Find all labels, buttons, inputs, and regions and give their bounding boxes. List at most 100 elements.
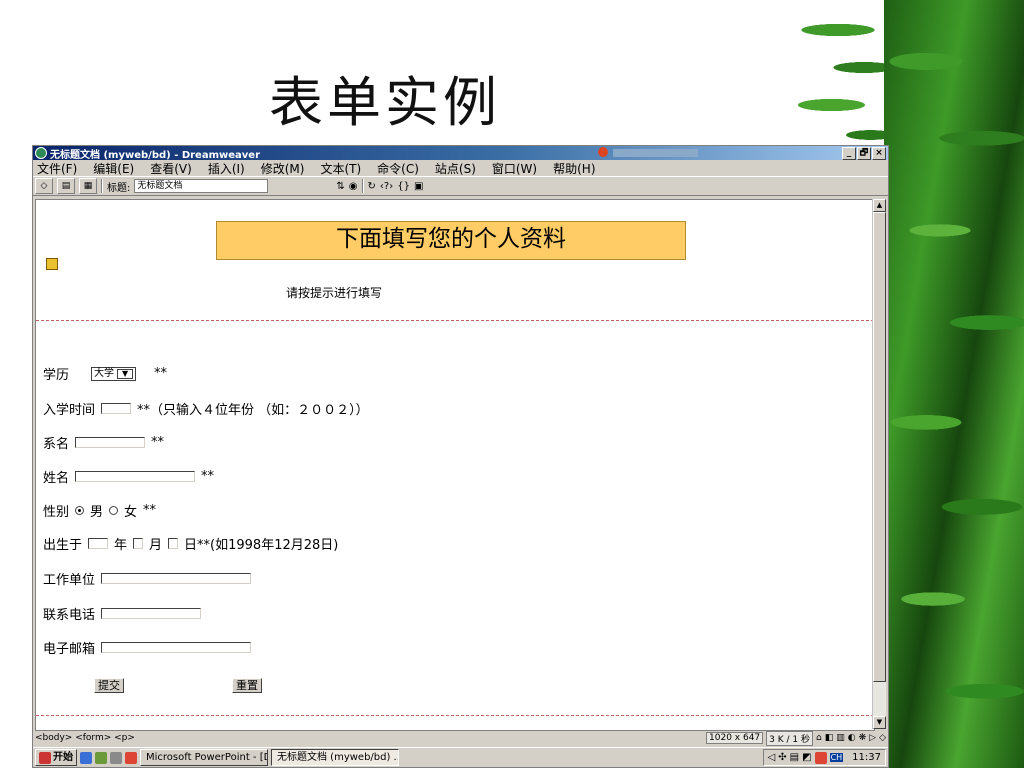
education-label: 学历 [43,368,70,383]
menu-text[interactable]: 文本(T) [320,160,361,177]
enroll-note: **（只输入４位年份 （如：２００２）） [137,403,369,418]
css-icon[interactable]: ◐ [848,733,856,743]
birth-year-input[interactable] [88,538,109,549]
gender-female-radio[interactable] [109,506,119,515]
window-controls: _ 🗗 × [842,147,886,160]
birth-label: 出生于 [43,538,83,553]
task-powerpoint[interactable]: Microsoft PowerPoint - [D... [140,749,268,766]
ime-indicator[interactable]: CH [829,753,844,762]
outlook-icon[interactable] [110,751,122,764]
department-required: ** [151,435,165,450]
windows-taskbar: 开始 Microsoft PowerPoint - [D... 无标题文档 (m… [33,747,888,767]
start-button[interactable]: 开始 [35,749,77,766]
internet-explorer-icon[interactable] [80,751,92,764]
work-input[interactable] [101,573,252,584]
menu-edit[interactable]: 编辑(E) [93,160,134,177]
menu-help[interactable]: 帮助(H) [553,160,595,177]
submit-button[interactable]: 提交 [94,678,124,693]
menu-file[interactable]: 文件(F) [37,160,77,177]
slide-title: 表单实例 [269,71,501,134]
split-view-icon[interactable]: ▤ [57,178,75,194]
volume-icon[interactable]: ◁ [768,752,776,763]
minimize-button[interactable]: _ [842,147,856,160]
behaviors-icon[interactable]: ❋ [859,733,867,743]
department-row: 系名 ** [43,433,164,452]
chevron-down-icon: ▼ [117,368,134,379]
scrollbar-thumb[interactable] [873,212,886,682]
education-row: 学历 大学 ▼ ** [43,364,167,383]
menu-commands[interactable]: 命令(C) [377,160,419,177]
enroll-year-input[interactable] [101,403,132,414]
status-bar: <body> <form> <p> 1020 x 647 3 K / 1 秒 ⌂… [33,730,888,746]
bamboo-decoration-top [760,0,890,150]
education-selected: 大学 [94,367,115,379]
form-hint: 请按提示进行填写 [286,286,383,300]
maximize-button[interactable]: 🗗 [857,147,871,160]
bamboo-decoration [884,0,1024,768]
view-options-icon[interactable]: ▣ [414,181,423,192]
close-button[interactable]: × [872,147,886,160]
code-navigation-icon[interactable]: {} [397,181,410,192]
reference-icon[interactable]: ‹?› [380,181,393,192]
printer-icon[interactable]: ▤ [790,752,799,763]
gender-row: 性别 男 女 ** [43,501,156,520]
html-styles-icon[interactable]: ▥ [836,733,845,743]
form-banner: 下面填写您的个人资料 [216,221,686,260]
reset-button[interactable]: 重置 [232,678,262,693]
file-management-icon[interactable]: ⇅ [336,181,344,192]
task-dreamweaver-label: 无标题文档 (myweb/bd) ... [277,752,399,763]
timeline-icon[interactable]: ▷ [869,733,876,743]
show-desktop-icon[interactable] [95,751,107,764]
preview-browser-icon[interactable]: ◉ [349,181,358,192]
vertical-scrollbar[interactable]: ▲ ▼ [872,199,886,729]
phone-input[interactable] [101,608,202,619]
name-label: 姓名 [43,471,70,486]
title-progress-bar [613,149,698,157]
gender-required: ** [143,503,157,518]
code-inspector-icon[interactable]: ◇ [879,733,886,743]
menu-window[interactable]: 窗口(W) [492,160,537,177]
document-title-input[interactable]: 无标题文档 [134,179,269,193]
menu-view[interactable]: 查看(V) [150,160,192,177]
design-view-icon[interactable]: ▦ [79,178,97,194]
department-input[interactable] [75,437,146,448]
scroll-up-icon[interactable]: ▲ [873,199,886,212]
scroll-down-icon[interactable]: ▼ [873,716,886,729]
tray-app-icon[interactable]: ◩ [802,752,811,763]
tag-selector[interactable]: <body> <form> <p> [35,733,135,743]
menu-insert[interactable]: 插入(I) [208,160,245,177]
form-boundary-top [36,320,874,321]
refresh-icon[interactable]: ↻ [368,181,376,192]
task-dreamweaver[interactable]: 无标题文档 (myweb/bd) ... [271,749,399,766]
gender-male-label: 男 [90,505,104,520]
code-view-icon[interactable]: ◇ [35,178,53,194]
toolbar-separator [361,179,364,193]
site-icon[interactable]: ⌂ [816,733,822,743]
birth-day-input[interactable] [168,538,179,549]
birth-year-label: 年 [114,538,128,553]
education-select[interactable]: 大学 ▼ [91,366,137,381]
assets-icon[interactable]: ◧ [825,733,834,743]
birth-month-input[interactable] [133,538,144,549]
education-required: ** [154,366,168,381]
windows-logo-icon [39,751,51,764]
task-powerpoint-label: Microsoft PowerPoint - [D... [146,752,268,763]
menu-modify[interactable]: 修改(M) [261,160,305,177]
phone-row: 联系电话 [43,604,202,623]
name-input[interactable] [75,471,196,482]
menu-site[interactable]: 站点(S) [435,160,476,177]
gender-female-label: 女 [124,505,138,520]
email-input[interactable] [101,642,252,653]
birth-row: 出生于 年 月 日**(如1998年12月28日) [43,534,338,553]
browser-icon[interactable] [125,751,137,764]
window-titlebar[interactable]: 无标题文档 (myweb/bd) - Dreamweaver _ 🗗 × [33,146,888,161]
toolbar-separator [101,179,103,193]
name-row: 姓名 ** [43,467,214,486]
window-size[interactable]: 1020 x 647 [706,732,764,744]
tray-browser-icon[interactable] [814,751,827,764]
phone-label: 联系电话 [43,608,96,623]
network-icon[interactable]: ✣ [778,752,786,763]
birth-month-label: 月 [149,538,163,553]
gender-male-radio[interactable] [75,506,85,515]
design-view: 下面填写您的个人资料 请按提示进行填写 学历 大学 ▼ ** 入学时间 **（只… [35,199,875,731]
